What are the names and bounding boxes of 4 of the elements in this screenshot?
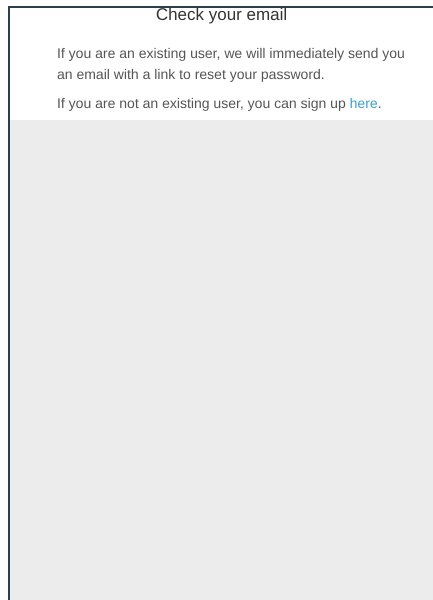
message-text: If you are not an existing user, you can sign up here. (57, 94, 383, 113)
message-text: If you are an existing user, we will immediately send you an email with a link to reset your password. (57, 44, 405, 84)
sign-up-link[interactable]: here (350, 95, 378, 111)
page-title: Check your email (154, 5, 288, 25)
